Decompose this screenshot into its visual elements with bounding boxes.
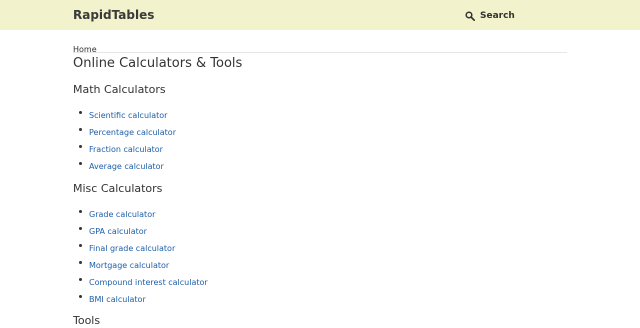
breadcrumb-home-link[interactable]: Home: [73, 45, 97, 55]
list-item: GPA calculator: [79, 223, 208, 240]
list-item: Scientific calculator: [79, 107, 176, 124]
math-calculators-list: Scientific calculator Percentage calcula…: [79, 107, 176, 175]
grade-calculator-link[interactable]: Grade calculator: [89, 210, 155, 219]
scientific-calculator-link[interactable]: Scientific calculator: [89, 111, 167, 120]
list-item: Mortgage calculator: [79, 257, 208, 274]
average-calculator-link[interactable]: Average calculator: [89, 162, 164, 171]
mortgage-calculator-link[interactable]: Mortgage calculator: [89, 261, 169, 270]
list-item: BMI calculator: [79, 291, 208, 308]
list-item: Compound interest calculator: [79, 274, 208, 291]
misc-calculators-list: Grade calculator GPA calculator Final gr…: [79, 206, 208, 308]
compound-interest-calculator-link[interactable]: Compound interest calculator: [89, 278, 208, 287]
misc-calculators-heading: Misc Calculators: [73, 182, 163, 195]
site-logo[interactable]: RapidTables: [73, 8, 154, 22]
breadcrumb: Home: [73, 37, 567, 55]
percentage-calculator-link[interactable]: Percentage calculator: [89, 128, 176, 137]
math-calculators-heading: Math Calculators: [73, 83, 166, 96]
list-item: Fraction calculator: [79, 141, 176, 158]
list-item: Percentage calculator: [79, 124, 176, 141]
tools-heading: Tools: [73, 314, 101, 327]
top-header: RapidTables Search: [0, 0, 640, 30]
list-item: Final grade calculator: [79, 240, 208, 257]
search-button[interactable]: Search: [465, 9, 515, 22]
fraction-calculator-link[interactable]: Fraction calculator: [89, 145, 163, 154]
gpa-calculator-link[interactable]: GPA calculator: [89, 227, 147, 236]
page-title: Online Calculators & Tools: [73, 56, 243, 71]
list-item: Grade calculator: [79, 206, 208, 223]
search-icon: [465, 10, 475, 21]
bmi-calculator-link[interactable]: BMI calculator: [89, 295, 146, 304]
search-label: Search: [480, 10, 515, 21]
list-item: Average calculator: [79, 158, 176, 175]
final-grade-calculator-link[interactable]: Final grade calculator: [89, 244, 175, 253]
